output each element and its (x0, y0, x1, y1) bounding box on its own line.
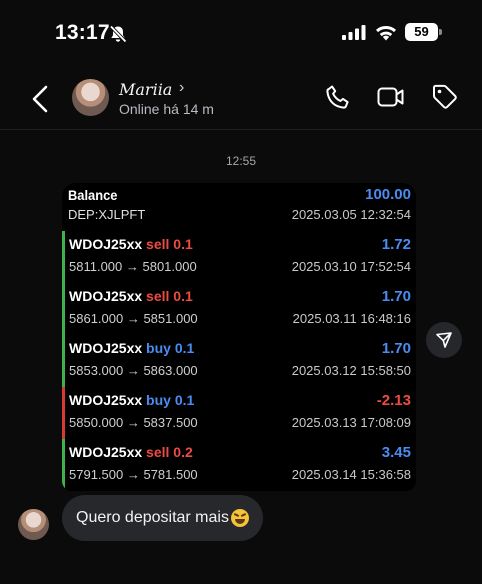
trade-profit: 3.45 (381, 444, 411, 461)
balance-value: 100.00 (365, 186, 411, 203)
tag-icon[interactable] (430, 82, 460, 112)
trade-date: 2025.03.12 15:58:50 (291, 363, 411, 378)
trade-date: 2025.03.10 17:52:54 (291, 259, 411, 274)
cellular-signal-icon (342, 25, 366, 40)
trade-profit: 1.72 (381, 236, 411, 253)
video-call-icon[interactable] (376, 82, 406, 112)
balance-title: Balance (68, 187, 118, 203)
trade-date: 2025.03.11 16:48:16 (292, 311, 411, 326)
share-button[interactable] (426, 322, 462, 358)
battery-icon: 59 (405, 23, 442, 41)
message-text: Quero depositar mais (76, 509, 229, 526)
trade-profit: 1.70 (381, 340, 411, 357)
status-bar: 13:17 59 (0, 0, 482, 66)
trade-date: 2025.03.14 15:36:58 (291, 467, 411, 482)
status-time: 13:17 (55, 21, 110, 44)
trade-side: buy 0.1 (146, 340, 195, 356)
back-arrow-icon[interactable] (26, 82, 56, 116)
bell-off-icon (109, 25, 127, 43)
trade-side: sell 0.1 (146, 288, 193, 304)
trade-profit: 1.70 (381, 288, 411, 305)
trade-side: sell 0.2 (146, 444, 193, 460)
trade-profit: -2.13 (376, 392, 411, 409)
trade-date: 2025.03.13 17:08:09 (291, 415, 411, 430)
trade-prices: 5791.500 → 5781.500 (69, 467, 198, 482)
battery-level: 59 (405, 23, 438, 41)
trade-prices: 5861.000 → 5851.000 (69, 311, 198, 326)
trade-row: WDOJ25xx sell 0.1 1.70 5861.000 → 5851.0… (62, 283, 416, 335)
trade-row: WDOJ25xx buy 0.1 1.70 5853.000 → 5863.00… (62, 335, 416, 387)
trade-side: sell 0.1 (146, 236, 193, 252)
grinning-squinting-face-emoji-icon (230, 509, 249, 527)
message-bubble[interactable]: Quero depositar mais (62, 495, 263, 541)
sender-avatar[interactable] (18, 509, 49, 540)
trade-row: WDOJ25xx buy 0.1 -2.13 5850.000 → 5837.5… (62, 387, 416, 439)
chat-header: Mariia › Online há 14 m (0, 66, 482, 130)
contact-status: Online há 14 m (119, 101, 214, 117)
trade-row: WDOJ25xx sell 0.1 1.72 5811.000 → 5801.0… (62, 231, 416, 283)
trade-side: buy 0.1 (146, 392, 195, 408)
trade-row: WDOJ25xx sell 0.2 3.45 5791.500 → 5781.5… (62, 439, 416, 491)
trade-prices: 5853.000 → 5863.000 (69, 363, 198, 378)
contact-name[interactable]: Mariia (119, 80, 172, 99)
trade-symbol: WDOJ25xx (69, 236, 143, 252)
send-icon (436, 332, 452, 348)
trade-prices: 5811.000 → 5801.000 (69, 259, 197, 274)
trade-prices: 5850.000 → 5837.500 (69, 415, 198, 430)
phone-icon[interactable] (323, 82, 353, 112)
balance-row: Balance 100.00 DEP:XJLPFT 2025.03.05 12:… (62, 183, 416, 231)
balance-date: 2025.03.05 12:32:54 (291, 207, 411, 222)
trade-history-image[interactable]: Balance 100.00 DEP:XJLPFT 2025.03.05 12:… (62, 183, 416, 491)
message-timestamp: 12:55 (225, 154, 257, 168)
deposit-id: DEP:XJLPFT (68, 207, 146, 222)
contact-avatar[interactable] (72, 79, 109, 116)
chevron-right-icon[interactable]: › (179, 79, 184, 97)
trade-symbol: WDOJ25xx (69, 340, 143, 356)
trade-symbol: WDOJ25xx (69, 392, 143, 408)
wifi-icon (376, 25, 396, 41)
trade-symbol: WDOJ25xx (69, 444, 143, 460)
trade-symbol: WDOJ25xx (69, 288, 143, 304)
